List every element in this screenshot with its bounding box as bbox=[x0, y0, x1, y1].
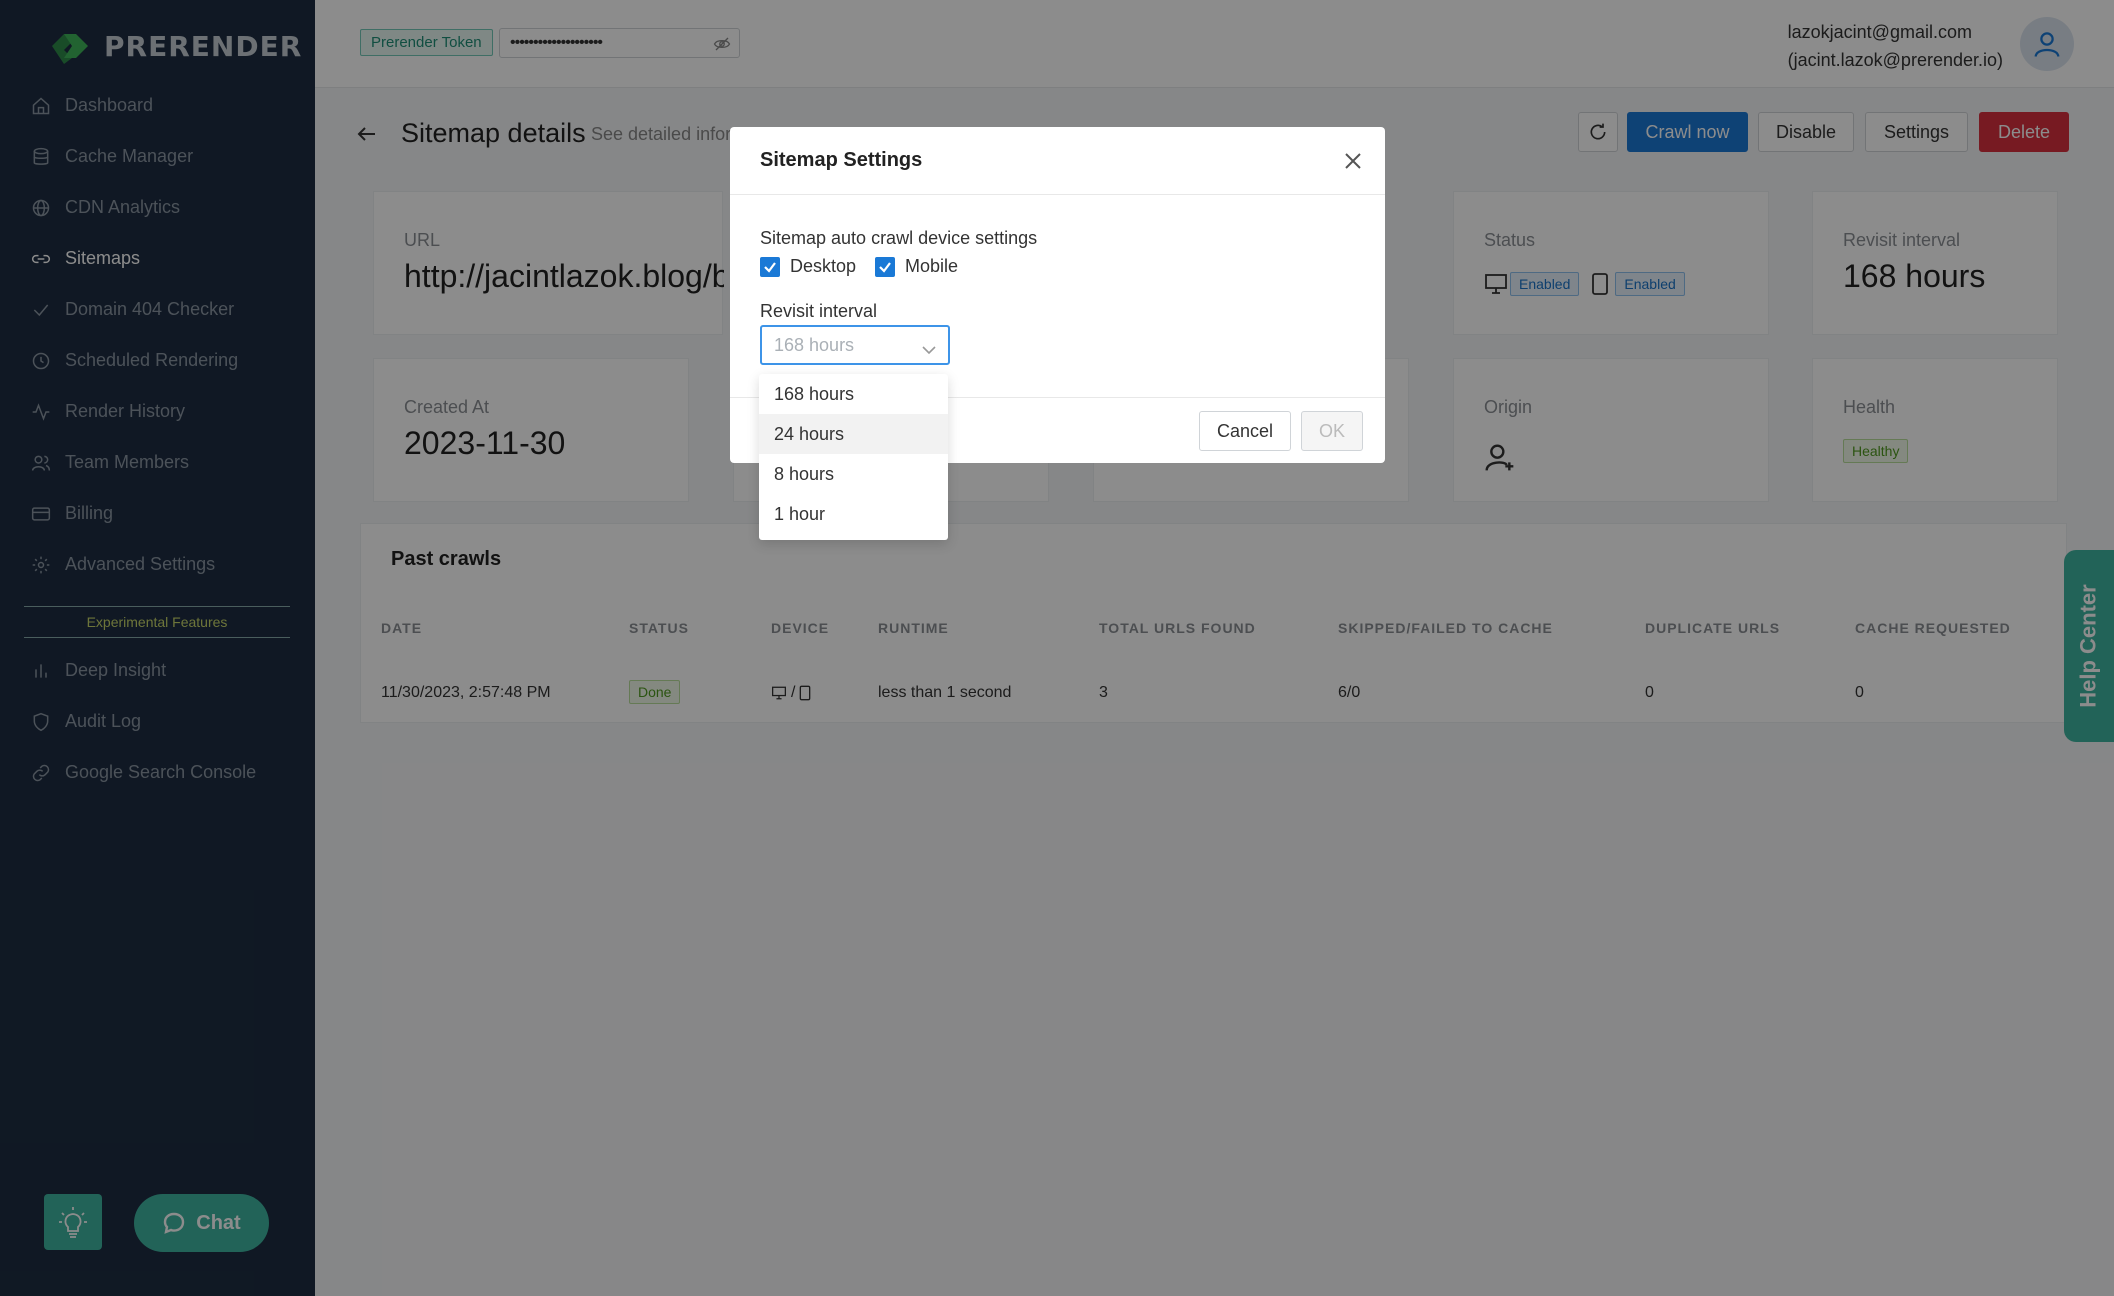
device-settings-label: Sitemap auto crawl device settings bbox=[760, 228, 1038, 248]
select-value: 168 hours bbox=[774, 334, 855, 355]
desktop-checkbox-label: Desktop bbox=[790, 256, 857, 276]
modal-header: Sitemap Settings bbox=[730, 127, 1385, 195]
revisit-interval-dropdown: 168 hours 24 hours 8 hours 1 hour bbox=[759, 374, 948, 540]
modal-title: Sitemap Settings bbox=[760, 149, 923, 171]
cancel-button[interactable]: Cancel bbox=[1199, 411, 1291, 451]
revisit-interval-select[interactable]: 168 hours bbox=[760, 325, 950, 365]
chevron-down-icon bbox=[922, 339, 936, 360]
dropdown-option-168-hours[interactable]: 168 hours bbox=[759, 374, 948, 414]
mobile-checkbox-label: Mobile bbox=[905, 256, 959, 276]
mobile-checkbox[interactable]: Mobile bbox=[875, 256, 958, 277]
checkbox-checked-icon bbox=[875, 256, 895, 277]
checkbox-checked-icon bbox=[760, 256, 780, 277]
ok-button[interactable]: OK bbox=[1301, 411, 1363, 451]
revisit-interval-label: Revisit interval bbox=[760, 301, 878, 321]
dropdown-option-24-hours[interactable]: 24 hours bbox=[759, 414, 948, 454]
desktop-checkbox[interactable]: Desktop bbox=[760, 256, 856, 277]
dropdown-option-1-hour[interactable]: 1 hour bbox=[759, 494, 948, 534]
close-icon[interactable] bbox=[1343, 151, 1363, 176]
dropdown-option-8-hours[interactable]: 8 hours bbox=[759, 454, 948, 494]
